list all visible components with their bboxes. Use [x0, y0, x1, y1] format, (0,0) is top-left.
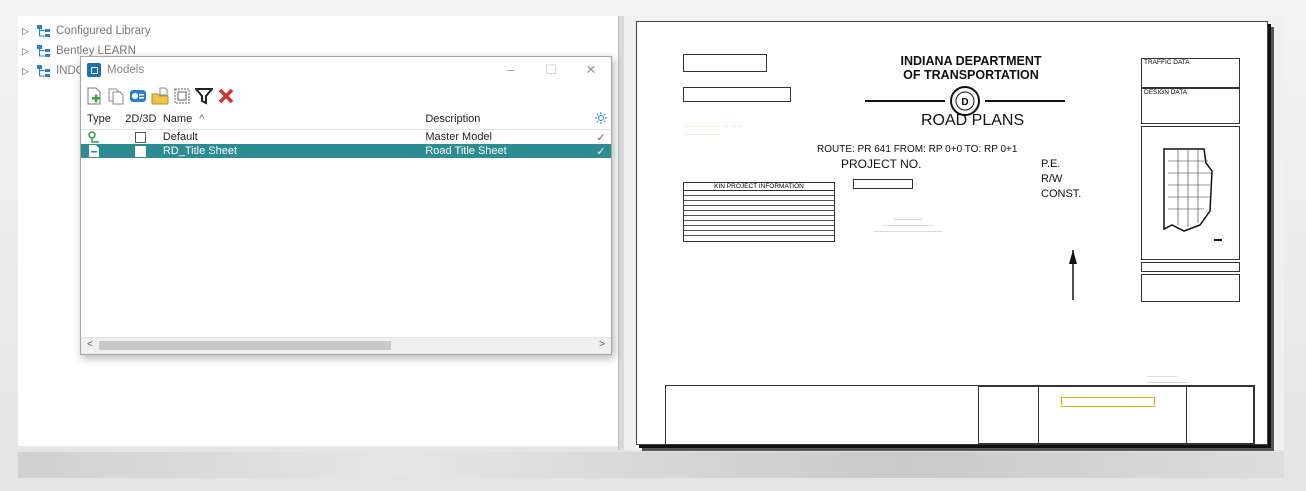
model-name: Default	[162, 131, 198, 143]
column-type-header[interactable]: Type	[81, 113, 119, 125]
library-node-icon	[37, 45, 50, 57]
2d3d-checkbox[interactable]	[135, 145, 147, 157]
expand-arrow-icon[interactable]: ▷	[22, 66, 36, 77]
close-button[interactable]: ✕	[571, 62, 611, 78]
model-properties-button[interactable]	[127, 86, 148, 106]
drawing-table-block	[683, 87, 791, 102]
drawing-stamp-box	[853, 179, 913, 189]
column-name-header[interactable]: Name ^	[163, 113, 426, 125]
minimize-button[interactable]: –	[491, 62, 531, 78]
horizontal-scrollbar[interactable]: < >	[81, 337, 611, 354]
new-model-icon	[87, 87, 100, 105]
title-block-cell	[1186, 386, 1254, 444]
sort-ascending-icon: ^	[199, 113, 205, 125]
design-data-title: DESIGN DATA	[1144, 89, 1188, 96]
drawing-table-block	[683, 54, 767, 72]
maximize-button[interactable]: ☐	[531, 62, 571, 78]
project-number-label: PROJECT NO.	[841, 157, 922, 171]
properties-icon	[129, 90, 146, 102]
sheet-view-panel: ··················· ··· ······ ·········…	[624, 16, 1284, 450]
length-table	[1141, 274, 1240, 302]
application-frame: ▷ Configured Library ▷ Bentley LEARN ▷ I…	[0, 0, 1306, 491]
traffic-data-title: TRAFFIC DATA	[1144, 59, 1190, 66]
const-label: CONST.	[1041, 188, 1082, 200]
drawing-note: ··················· ··· ······	[683, 124, 743, 130]
signature-field	[1061, 397, 1155, 407]
drawing-note: ···································	[873, 229, 943, 235]
traffic-data-table: TRAFFIC DATA	[1141, 58, 1240, 88]
sun-icon	[595, 111, 608, 124]
kin-project-table: KIN PROJECT INFORMATION	[683, 182, 835, 242]
model-row-rd-title-sheet[interactable]: RD_Title Sheet Road Title Sheet ✓	[81, 144, 611, 158]
copy-model-button[interactable]	[105, 86, 126, 106]
location-map-box	[1141, 126, 1240, 260]
scrollbar-thumb[interactable]	[99, 341, 391, 350]
delete-icon	[218, 88, 233, 104]
model-description: Master Model	[425, 131, 492, 143]
dialog-toolbar	[81, 83, 611, 109]
title-block	[665, 385, 1255, 445]
filter-icon	[194, 88, 213, 105]
active-check-icon: ✓	[596, 131, 606, 144]
rw-label: R/W	[1041, 173, 1063, 185]
svg-text:D: D	[961, 97, 968, 108]
create-model-button[interactable]	[83, 86, 104, 106]
dialog-title: Models	[107, 64, 145, 76]
design-data-table: DESIGN DATA	[1141, 88, 1240, 124]
north-arrow-icon	[1069, 250, 1077, 300]
scroll-right-icon[interactable]: >	[599, 339, 605, 350]
models-list-header: Type 2D/3D Name ^ Description	[81, 109, 611, 130]
expand-arrow-icon[interactable]: ▷	[22, 26, 36, 37]
drawing-table-block	[1141, 262, 1240, 272]
expand-arrow-icon[interactable]: ▷	[22, 46, 36, 57]
title-block-cell	[1038, 386, 1188, 444]
delete-model-button[interactable]	[215, 86, 236, 106]
select-all-button[interactable]	[171, 86, 192, 106]
column-active-header[interactable]	[591, 111, 611, 127]
title-sheet-drawing[interactable]: ··················· ··· ······ ·········…	[636, 21, 1268, 445]
models-dialog[interactable]: Models – ☐ ✕ Type 2D/3D Name ^ Descripti…	[80, 56, 612, 355]
model-name: RD_Title Sheet	[162, 145, 238, 157]
column-2d3d-header[interactable]: 2D/3D	[119, 113, 163, 125]
select-box-icon	[174, 88, 189, 104]
import-folder-icon	[151, 87, 168, 105]
kin-table-rows	[684, 191, 834, 239]
active-check-icon: ✓	[596, 145, 606, 158]
library-node-icon	[37, 25, 50, 37]
route-line: ROUTE: PR 641 FROM: RP 0+0 TO: RP 0+1	[817, 144, 1018, 155]
column-name-label: Name	[162, 113, 193, 125]
library-node-icon	[37, 65, 50, 77]
indiana-state-map-icon	[1163, 148, 1222, 241]
tree-item-label: Configured Library	[56, 25, 151, 37]
tree-item-configured-library[interactable]: ▷ Configured Library	[22, 22, 151, 40]
import-model-button[interactable]	[149, 86, 170, 106]
title-block-cell	[978, 386, 1040, 444]
sheet-model-icon	[89, 145, 99, 157]
plan-title: ROAD PLANS	[921, 112, 1025, 129]
pe-label: P.E.	[1041, 158, 1061, 170]
column-description-header[interactable]: Description	[425, 113, 591, 125]
agency-name-line2: OF TRANSPORTATION	[903, 68, 1039, 82]
filter-button[interactable]	[193, 86, 214, 106]
model-row-default[interactable]: Default Master Model ✓	[81, 130, 611, 144]
scroll-left-icon[interactable]: <	[87, 339, 93, 350]
copy-icon	[108, 88, 123, 105]
dialog-titlebar[interactable]: Models – ☐ ✕	[81, 57, 611, 83]
drawing-note: ·········· ········	[683, 132, 721, 138]
2d3d-checkbox[interactable]	[135, 131, 147, 143]
bottom-shadow	[18, 452, 1284, 478]
models-app-icon	[87, 63, 101, 77]
agency-name-line1: INDIANA DEPARTMENT	[900, 54, 1042, 68]
kin-table-title: KIN PROJECT INFORMATION	[684, 183, 834, 191]
model-description: Road Title Sheet	[425, 145, 507, 157]
design-model-icon	[88, 131, 99, 143]
